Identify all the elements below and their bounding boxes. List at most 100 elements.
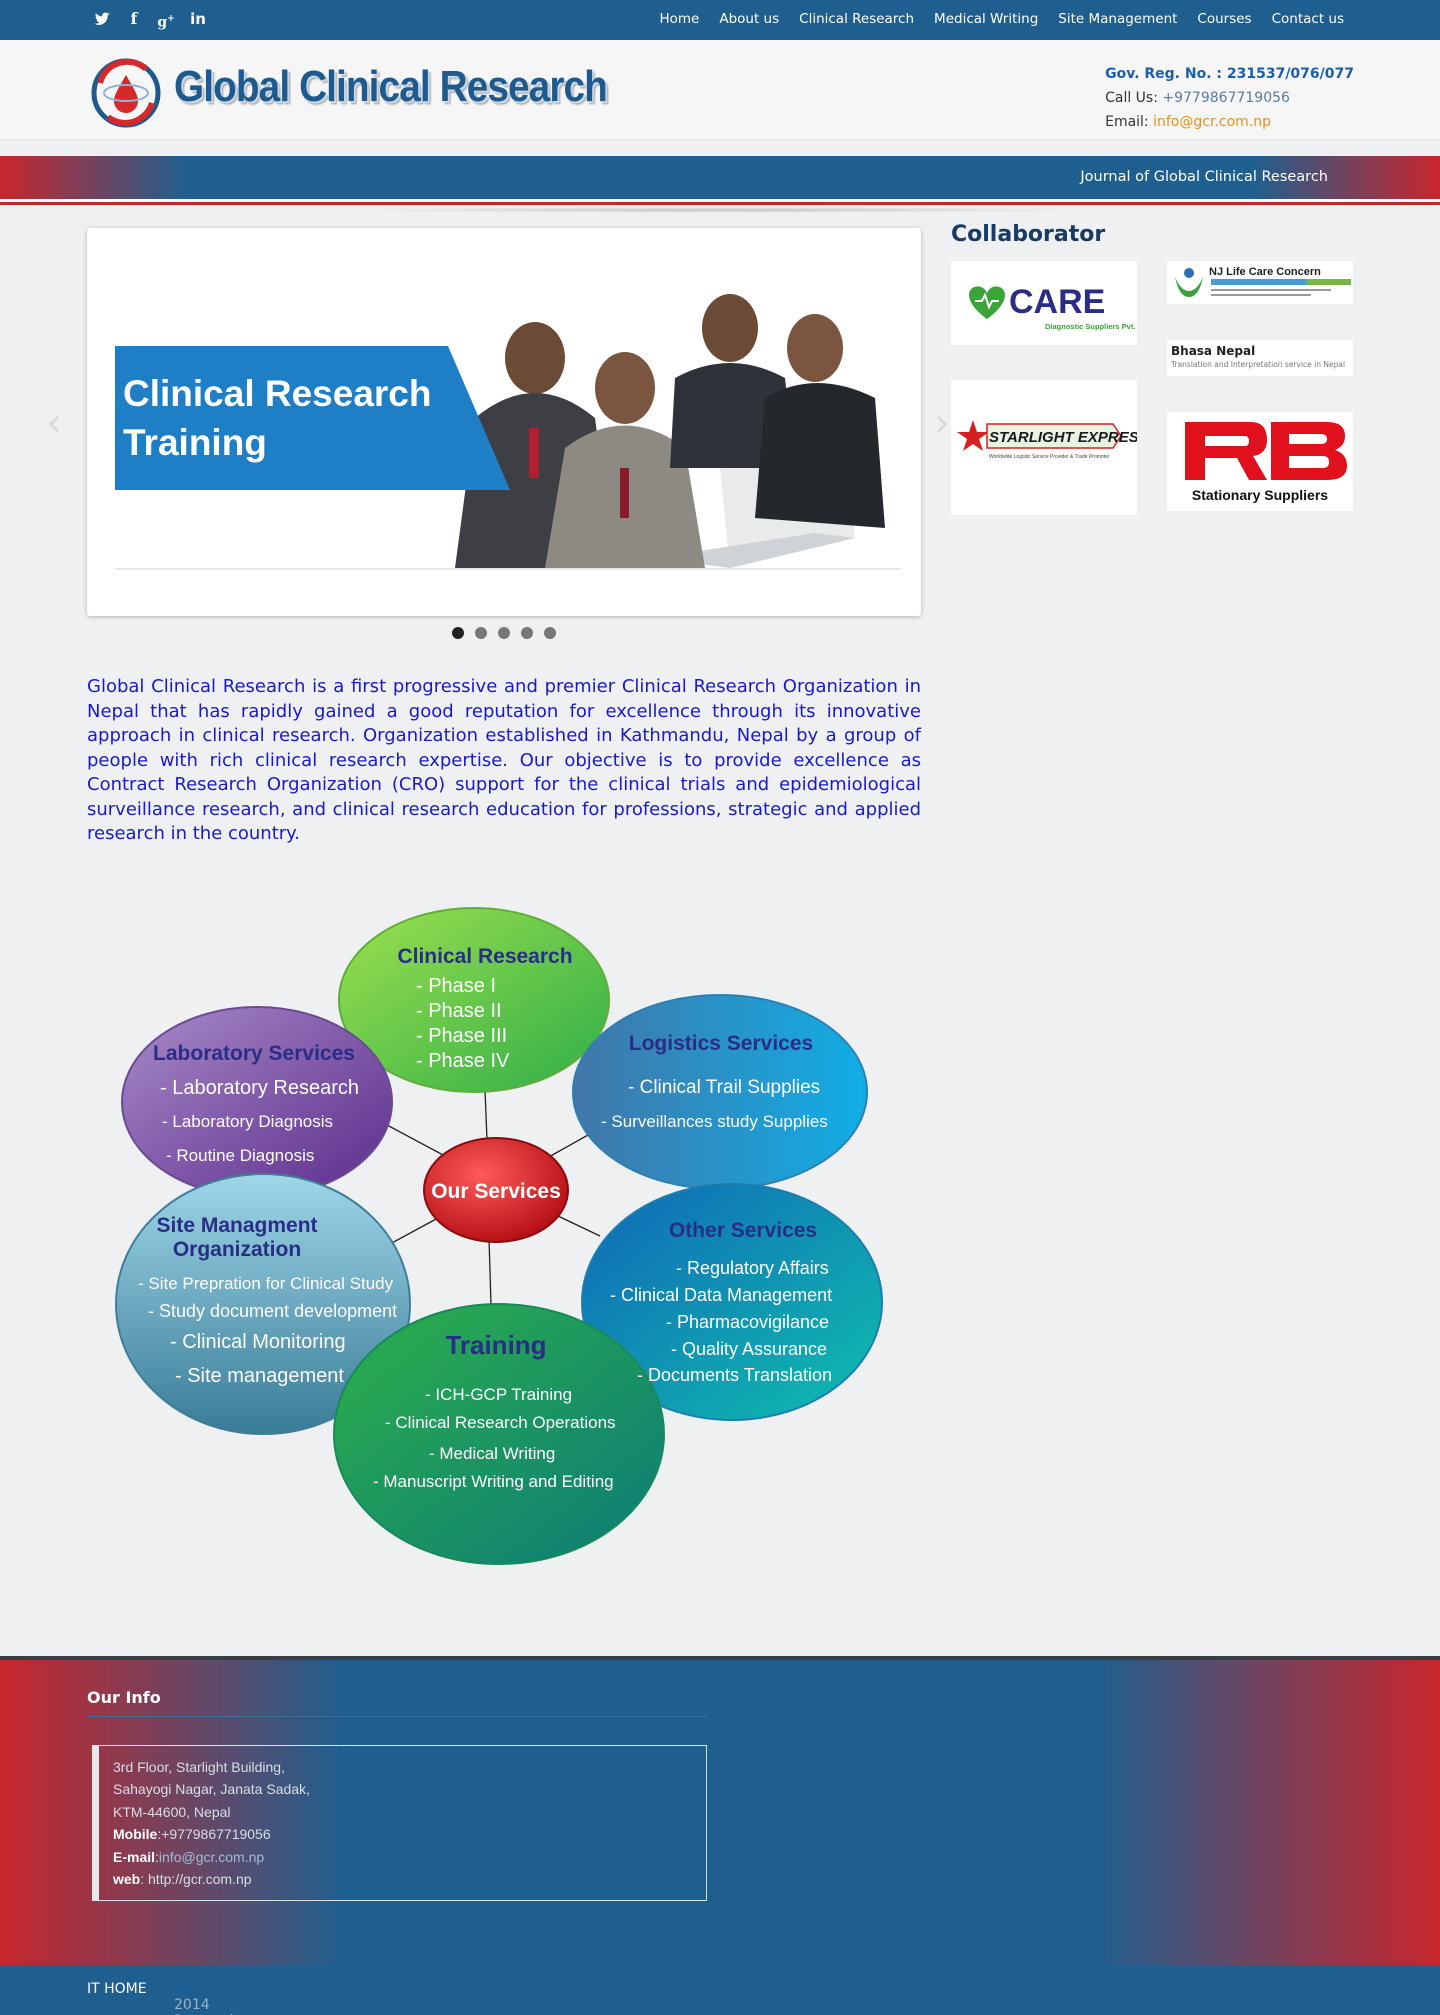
slider-next-arrow[interactable]: › (934, 400, 950, 446)
footer-title: Our Info (87, 1688, 161, 1707)
rb-r-mark (1185, 422, 1267, 480)
nav-clinical-research[interactable]: Clinical Research (799, 11, 914, 27)
site-title-1: Site Managment (156, 1214, 317, 1237)
it-home-link[interactable]: IT HOME (87, 1981, 147, 1997)
linkedin-icon[interactable]: in (188, 9, 208, 29)
nav-contact-us[interactable]: Contact us (1272, 11, 1344, 27)
address-line: 3rd Floor, Starlight Building, (113, 1759, 285, 1775)
logistics-title: Logistics Services (629, 1032, 813, 1055)
footer-rule (87, 1716, 707, 1717)
site-title-2: Organization (173, 1238, 301, 1261)
site-header: Global Clinical Research Gov. Reg. No. :… (0, 40, 1440, 140)
email-link[interactable]: info@gcr.com.np (1153, 114, 1271, 130)
services-diagram: Clinical Research Laboratory Services Lo… (115, 907, 883, 1565)
center-label: Our Services (431, 1180, 561, 1203)
image-slider: Clinical Research Training (87, 228, 921, 616)
other-item: - Clinical Data Management (610, 1285, 832, 1305)
training-item: - ICH-GCP Training (425, 1385, 572, 1404)
google-plus-icon[interactable]: g+ (156, 9, 176, 31)
banner-bar: Journal of Global Clinical Research (0, 156, 1440, 202)
slider-dots (452, 627, 556, 639)
clinical-item: - Phase III (416, 1025, 507, 1047)
training-item: - Manuscript Writing and Editing (373, 1472, 614, 1491)
footer-mobile: Mobile:+9779867719056 (113, 1823, 706, 1845)
powered-label: 2014 Powered By (174, 1997, 234, 2015)
slider-dot[interactable] (544, 627, 556, 639)
other-item: - Regulatory Affairs (676, 1258, 829, 1278)
web-value: : http://gcr.com.np (140, 1871, 252, 1888)
call-label: Call Us: (1105, 90, 1163, 106)
footer-info-box: 3rd Floor, Starlight Building, Sahayogi … (92, 1745, 707, 1901)
lab-item: - Laboratory Diagnosis (162, 1112, 333, 1131)
slider-dot[interactable] (498, 627, 510, 639)
web-label: web (113, 1871, 141, 1888)
facebook-icon[interactable]: f (124, 9, 144, 29)
main-nav: Home About us Clinical Research Medical … (659, 11, 1344, 27)
care-name: CARE (1009, 283, 1105, 321)
site-item: - Study document development (148, 1301, 397, 1321)
slider-dot[interactable] (452, 627, 464, 639)
footer-email-link[interactable]: info@gcr.com.np (159, 1849, 264, 1865)
starlight-sub: Worldwide Logistic Service Provider & Tr… (989, 454, 1110, 460)
lab-item: - Routine Diagnosis (166, 1146, 314, 1165)
mobile-label: Mobile (113, 1826, 158, 1843)
site-item: - Site management (175, 1365, 344, 1387)
clinical-item: - Phase II (416, 1000, 502, 1022)
clinical-title: Clinical Research (397, 945, 572, 968)
training-item: - Clinical Research Operations (385, 1413, 616, 1432)
bhasa-nepal-logo[interactable]: Bhasa Nepal Translation and Interpretati… (1167, 340, 1353, 376)
slider-dot[interactable] (475, 627, 487, 639)
rb-sub: Stationary Suppliers (1192, 487, 1328, 503)
starlight-name: STARLIGHT EXPRESS (989, 429, 1137, 446)
twitter-icon[interactable] (92, 9, 112, 29)
logistics-item: - Clinical Trail Supplies (628, 1077, 820, 1098)
call-us: Call Us: +9779867719056 (1105, 86, 1354, 110)
nav-home[interactable]: Home (659, 11, 699, 27)
bottom-bar: 2014 Powered By IT HOME (0, 1965, 1440, 2015)
email-label: E-mail (113, 1848, 156, 1865)
clinical-item: - Phase IV (416, 1050, 510, 1072)
header-contact: Gov. Reg. No. : 231537/076/077 Call Us: … (1105, 62, 1354, 134)
nj-name: NJ Life Care Concern (1209, 266, 1321, 278)
slider-prev-arrow[interactable]: ‹ (46, 400, 62, 446)
slide-headline-1: Clinical Research (123, 373, 431, 414)
footer: Our Info 3rd Floor, Starlight Building, … (0, 1660, 1440, 1965)
slider-dot[interactable] (521, 627, 533, 639)
bhasa-name: Bhasa Nepal (1171, 344, 1255, 358)
site-item: - Clinical Monitoring (170, 1331, 346, 1353)
registration-number: Gov. Reg. No. : 231537/076/077 (1105, 66, 1354, 82)
site-item: - Site Prepration for Clinical Study (138, 1274, 394, 1293)
other-item: - Quality Assurance (671, 1339, 827, 1359)
logo-globe-icon[interactable] (88, 55, 164, 131)
clinical-item: - Phase I (416, 975, 496, 997)
slide-headline-2: Training (123, 422, 267, 463)
nav-about-us[interactable]: About us (719, 11, 779, 27)
nav-medical-writing[interactable]: Medical Writing (934, 11, 1038, 27)
slide-image: Clinical Research Training (115, 268, 901, 576)
collaborator-title: Collaborator (951, 222, 1106, 247)
nav-site-management[interactable]: Site Management (1058, 11, 1177, 27)
top-bar: f g+ in Home About us Clinical Research … (0, 0, 1440, 40)
other-item: - Documents Translation (637, 1365, 832, 1385)
care-logo[interactable]: CARE Diagnostic Suppliers Pvt. Ltd. (951, 261, 1137, 345)
email: Email: info@gcr.com.np (1105, 110, 1354, 134)
banner-shadow (340, 207, 1100, 213)
mobile-value: :+9779867719056 (157, 1826, 271, 1843)
email-label: Email: (1105, 114, 1154, 130)
starlight-express-logo[interactable]: STARLIGHT EXPRESS Worldwide Logistic Ser… (951, 380, 1137, 515)
social-links: f g+ in (92, 9, 208, 31)
lab-title: Laboratory Services (153, 1042, 355, 1065)
bhasa-sub: Translation and Interpretation service i… (1170, 360, 1345, 369)
lab-item: - Laboratory Research (160, 1077, 359, 1099)
rb-stationary-logo[interactable]: Stationary Suppliers (1167, 412, 1353, 511)
phone-number[interactable]: +9779867719056 (1162, 90, 1290, 106)
other-item: - Pharmacovigilance (666, 1312, 829, 1332)
footer-web: web: http://gcr.com.np (113, 1868, 706, 1890)
journal-link[interactable]: Journal of Global Clinical Research (1080, 169, 1328, 185)
nj-life-care-logo[interactable]: NJ Life Care Concern (1167, 261, 1353, 304)
care-sub: Diagnostic Suppliers Pvt. Ltd. (1045, 322, 1137, 331)
training-title: Training (445, 1330, 546, 1360)
nav-courses[interactable]: Courses (1197, 11, 1251, 27)
logo-text[interactable]: Global Clinical Research (174, 62, 608, 112)
intro-paragraph: Global Clinical Research is a first prog… (87, 676, 921, 844)
